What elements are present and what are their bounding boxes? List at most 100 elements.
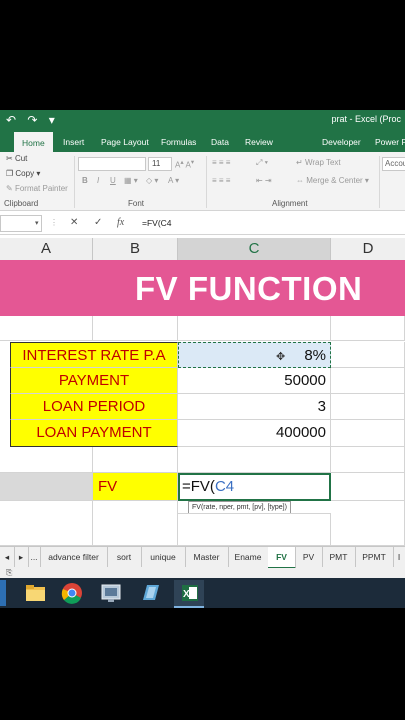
underline-button[interactable]: U xyxy=(110,176,116,185)
merge-center-label: Merge & Center xyxy=(306,176,363,185)
cell-empty[interactable] xyxy=(178,447,331,473)
tab-insert[interactable]: Insert xyxy=(63,137,84,147)
orientation-icon[interactable]: ⤢ ▾ xyxy=(256,158,268,168)
interest-rate-label-cell[interactable]: INTEREST RATE P.A xyxy=(10,342,178,368)
cell-empty[interactable] xyxy=(0,473,93,501)
payment-value-cell[interactable]: 50000 xyxy=(178,368,331,394)
clipboard-group-label: Clipboard xyxy=(4,199,39,208)
sheet-tab-master[interactable]: Master xyxy=(185,547,229,567)
cell-empty[interactable] xyxy=(0,501,93,546)
cell-empty[interactable] xyxy=(93,316,178,341)
tab-data[interactable]: Data xyxy=(211,137,229,147)
file-explorer-icon[interactable] xyxy=(20,580,50,606)
sheet-tab-ename[interactable]: Ename xyxy=(228,547,269,567)
chrome-icon[interactable] xyxy=(57,580,87,606)
copy-button[interactable]: ❐ Copy ▾ xyxy=(6,169,40,178)
wrap-text-icon: ↵ xyxy=(296,158,303,167)
formula-bar-grip: ⋮ xyxy=(50,218,58,227)
notepad-icon[interactable] xyxy=(135,580,165,606)
insert-function-icon[interactable]: fx xyxy=(117,217,124,228)
cell-empty[interactable] xyxy=(331,420,405,447)
alignment-group-label: Alignment xyxy=(272,199,308,208)
copy-label: Copy xyxy=(15,169,35,178)
loan-payment-value-cell[interactable]: 400000 xyxy=(178,420,331,447)
monitor-app-icon[interactable] xyxy=(96,580,126,606)
loan-payment-label-cell[interactable]: LOAN PAYMENT xyxy=(10,420,178,447)
cell-empty[interactable] xyxy=(178,513,331,546)
tab-formulas[interactable]: Formulas xyxy=(161,137,196,147)
bold-button[interactable]: B xyxy=(82,176,88,185)
borders-icon[interactable]: ▦ ▾ xyxy=(124,176,138,185)
wrap-text-button[interactable]: ↵ Wrap Text xyxy=(296,158,341,167)
merge-center-button[interactable]: ⇔ Merge & Center ▾ xyxy=(296,176,369,185)
sheet-tab-i[interactable]: I xyxy=(393,547,405,567)
cell-empty[interactable] xyxy=(93,447,178,473)
cell-empty[interactable] xyxy=(331,501,405,546)
font-name-dropdown[interactable] xyxy=(78,157,146,171)
fv-label-cell[interactable]: FV xyxy=(93,473,178,501)
column-header-b[interactable]: B xyxy=(93,238,178,261)
excel-taskbar-icon[interactable]: X xyxy=(174,580,204,608)
format-painter-button[interactable]: ✎ Format Painter xyxy=(6,184,68,193)
font-color-icon[interactable]: A ▾ xyxy=(168,176,179,185)
tab-developer[interactable]: Developer xyxy=(322,137,361,147)
cell-empty[interactable] xyxy=(0,447,93,473)
cell-empty[interactable] xyxy=(331,447,405,473)
sheet-tab-advance-filter[interactable]: advance filter xyxy=(40,547,108,567)
column-header-c[interactable]: C xyxy=(178,238,331,262)
quick-access-toolbar[interactable]: ↶ ↷ ▾ xyxy=(6,113,59,127)
payment-label-cell[interactable]: PAYMENT xyxy=(10,368,178,394)
cell-empty[interactable] xyxy=(331,368,405,394)
number-format-value: Accou xyxy=(385,159,405,168)
format-painter-label: Format Painter xyxy=(14,184,68,193)
cut-button[interactable]: ✂ Cut xyxy=(6,154,27,163)
loan-period-label-cell[interactable]: LOAN PERIOD xyxy=(10,394,178,420)
tab-home[interactable]: Home xyxy=(14,132,53,152)
interest-rate-value-cell[interactable]: 8% xyxy=(178,342,331,368)
tab-page-layout[interactable]: Page Layout xyxy=(101,137,149,147)
column-header-d[interactable]: D xyxy=(331,238,405,261)
sheet-tab-sort[interactable]: sort xyxy=(107,547,142,567)
loan-period-value-cell[interactable]: 3 xyxy=(178,394,331,420)
cell-empty[interactable] xyxy=(331,473,405,501)
cell-empty[interactable] xyxy=(331,342,405,368)
fv-formula-cell[interactable]: =FV(C4 xyxy=(178,473,331,501)
sheet-tab-pv[interactable]: PV xyxy=(295,547,323,567)
cell-empty[interactable] xyxy=(331,394,405,420)
scroll-tabs-right-icon[interactable]: ▸ xyxy=(14,547,29,567)
start-button-edge[interactable] xyxy=(0,580,6,606)
indent-icon[interactable]: ⇤ ⇥ xyxy=(256,176,272,185)
italic-button[interactable]: I xyxy=(97,176,99,185)
column-header-a[interactable]: A xyxy=(0,238,93,261)
fv-formula-prefix: =FV( xyxy=(182,478,215,495)
cell-empty[interactable] xyxy=(0,316,93,341)
enter-icon[interactable]: ✓ xyxy=(94,217,102,228)
number-format-dropdown[interactable]: Accou xyxy=(382,157,405,171)
sheet-tab-ppmt[interactable]: PPMT xyxy=(355,547,394,567)
svg-text:X: X xyxy=(183,589,190,600)
align-top-icon[interactable]: ≡ ≡ ≡ xyxy=(212,158,230,167)
grow-font-button[interactable]: A▴ A▾ xyxy=(175,158,194,170)
name-box-dropdown-icon[interactable]: ▾ xyxy=(35,219,39,227)
wrap-text-label: Wrap Text xyxy=(304,158,341,167)
tab-power-pivot[interactable]: Power Pi xyxy=(375,137,405,147)
fill-color-icon[interactable]: ◇ ▾ xyxy=(146,176,158,185)
tab-review[interactable]: Review xyxy=(245,137,273,147)
banner-title: FV FUNCTION xyxy=(135,270,363,307)
font-group-label: Font xyxy=(128,199,145,208)
align-left-icon[interactable]: ≡ ≡ ≡ xyxy=(212,176,230,185)
cell-empty[interactable] xyxy=(331,316,405,341)
cancel-icon[interactable]: ✕ xyxy=(70,217,78,228)
sheet-tab-unique[interactable]: unique xyxy=(141,547,186,567)
cell-empty[interactable] xyxy=(178,316,331,341)
scroll-tabs-left-icon[interactable]: ◂ xyxy=(0,547,15,567)
sheet-tab-pmt[interactable]: PMT xyxy=(322,547,356,567)
formula-input[interactable]: =FV(C4 xyxy=(142,218,172,228)
sheet-tab-bar: ◂ ▸ ... advance filter sort unique Maste… xyxy=(0,546,405,569)
fv-formula-reference: C4 xyxy=(214,478,235,495)
font-size-dropdown[interactable]: 11 xyxy=(148,157,172,171)
sheet-tab-fv[interactable]: FV xyxy=(268,547,296,569)
divider xyxy=(206,156,207,208)
cell-empty[interactable] xyxy=(93,501,178,546)
font-size-value: 11 xyxy=(152,159,161,168)
